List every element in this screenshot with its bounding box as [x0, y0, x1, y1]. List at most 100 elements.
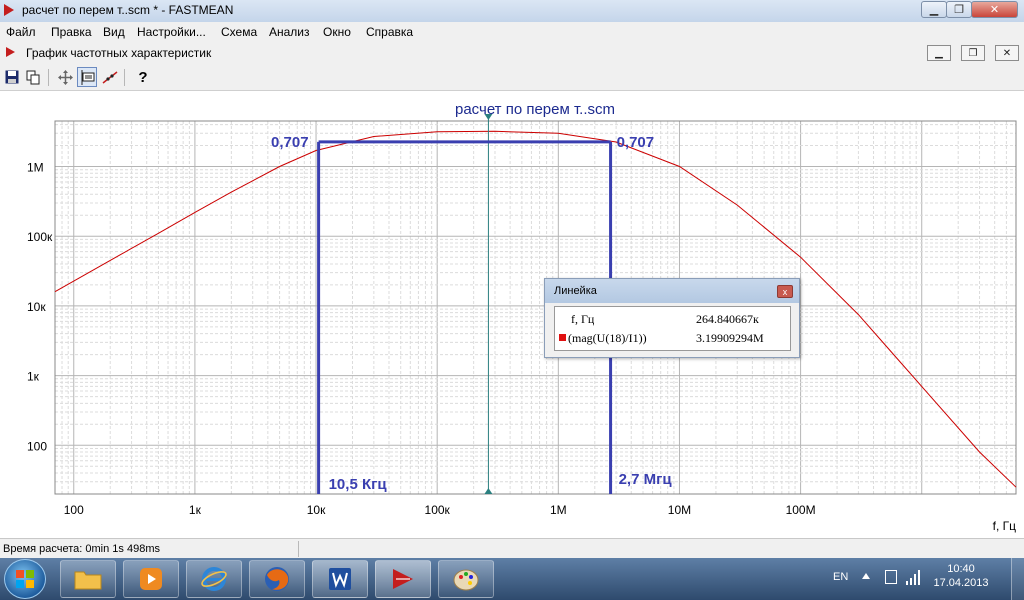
- x-tick-label: 100к: [425, 503, 451, 517]
- show-desktop-button[interactable]: [1011, 558, 1024, 600]
- series-color-swatch: [559, 334, 566, 341]
- pan-button[interactable]: [55, 67, 75, 87]
- subwindow-bar: График частотных характеристик ▁ ❐ ✕: [0, 41, 1024, 66]
- upper-cutoff-label: 2,7 Мгц: [619, 471, 673, 488]
- subwindow-restore-button[interactable]: ❐: [961, 45, 985, 61]
- ruler-button[interactable]: [77, 67, 97, 87]
- calculation-time: Время расчета: 0min 1s 498ms: [3, 543, 160, 555]
- copy-button[interactable]: [23, 67, 43, 87]
- y-tick-label: 100к: [27, 230, 53, 244]
- folder-icon: [74, 571, 102, 590]
- x-tick-label: 1M: [550, 503, 567, 517]
- ruler-cursor-icon: [81, 69, 94, 85]
- close-icon: x: [782, 286, 788, 297]
- subwindow-icon: [6, 47, 15, 57]
- restore-button[interactable]: ❐: [946, 1, 972, 18]
- taskbar-paint[interactable]: [438, 560, 494, 598]
- word-icon: [329, 568, 351, 590]
- window-title: расчет по перем т..scm * - FASTMEAN: [22, 3, 234, 17]
- status-bar: Время расчета: 0min 1s 498ms: [0, 538, 1024, 559]
- fastmean-icon: [393, 569, 413, 589]
- windows-logo-icon: [16, 570, 34, 588]
- toolbar: ?: [0, 65, 1024, 91]
- menu-edit[interactable]: Правка: [51, 25, 92, 39]
- subwindow-minimize-button[interactable]: ▁: [927, 45, 951, 61]
- ruler-values-panel: f, Гц 264.840667к (mag(U(18)/I1)) 3.1990…: [554, 306, 791, 351]
- restore-icon: ❐: [954, 4, 964, 16]
- menu-help[interactable]: Справка: [366, 25, 413, 39]
- start-button[interactable]: [4, 559, 46, 599]
- chart-title: расчет по перем т..scm: [455, 101, 615, 118]
- floppy-disk-icon: [5, 70, 19, 84]
- frequency-response-chart[interactable]: 100 1к 10к 100к 1M 10M 100M 100 1к 10к 100к 1M f, Гц…: [0, 91, 1024, 538]
- taskbar-word[interactable]: [312, 560, 368, 598]
- menu-view[interactable]: Вид: [103, 25, 125, 39]
- x-tick-label: 10M: [668, 503, 691, 517]
- x-tick-label: 10к: [307, 503, 326, 517]
- x-axis-label: f, Гц: [993, 519, 1017, 533]
- copy-icon: [26, 70, 39, 84]
- taskbar-firefox[interactable]: [249, 560, 305, 598]
- taskbar-media-player[interactable]: [123, 560, 179, 598]
- marker-button[interactable]: [100, 67, 120, 87]
- y-tick-label: 10к: [27, 300, 46, 314]
- right-0707-label: 0,707: [617, 134, 655, 151]
- network-icon[interactable]: [906, 569, 920, 588]
- media-player-icon: [140, 568, 162, 590]
- firefox-icon: [265, 567, 289, 591]
- menu-settings[interactable]: Настройки...: [137, 25, 206, 39]
- taskbar-clock[interactable]: 10:40 17.04.2013: [932, 562, 990, 590]
- restore-icon: ❐: [968, 47, 978, 59]
- menu-file[interactable]: Файл: [6, 25, 36, 39]
- close-icon: ✕: [1002, 47, 1012, 59]
- ruler-close-button[interactable]: x: [777, 285, 793, 298]
- close-button[interactable]: ✕: [971, 1, 1018, 18]
- left-0707-label: 0,707: [271, 134, 309, 151]
- y-tick-label: 1M: [27, 161, 44, 175]
- ruler-series-value: 3.19909294M: [696, 331, 764, 345]
- lower-cutoff-label: 10,5 Кгц: [329, 476, 388, 493]
- fastmean-app-icon: [4, 4, 14, 16]
- move-arrows-icon: [57, 69, 73, 85]
- ruler-frequency-label: f, Гц: [571, 312, 595, 326]
- taskbar-explorer[interactable]: [60, 560, 116, 598]
- language-indicator[interactable]: EN: [833, 571, 848, 583]
- toolbar-separator: [48, 69, 49, 86]
- menu-scheme[interactable]: Схема: [221, 25, 257, 39]
- toolbar-separator: [124, 69, 125, 86]
- plot-area[interactable]: 100 1к 10к 100к 1M 10M 100M 100 1к 10к 100к 1M f, Гц…: [0, 91, 1024, 538]
- clock-date: 17.04.2013: [933, 577, 989, 589]
- save-button[interactable]: [2, 67, 22, 87]
- internet-explorer-icon: [201, 567, 227, 591]
- taskbar-internet-explorer[interactable]: [186, 560, 242, 598]
- taskbar-fastmean[interactable]: [375, 560, 431, 598]
- x-tick-label: 100: [64, 503, 84, 517]
- subwindow-close-button[interactable]: ✕: [995, 45, 1019, 61]
- y-tick-label: 1к: [27, 370, 40, 384]
- subwindow-title: График частотных характеристик: [26, 46, 212, 60]
- ruler-dialog[interactable]: Линейка x f, Гц 264.840667к (mag(U(18)/I…: [544, 278, 800, 358]
- minimize-button[interactable]: ▁: [921, 1, 947, 18]
- menu-analysis[interactable]: Анализ: [269, 25, 310, 39]
- windows-taskbar: EN 10:40 17.04.2013: [0, 558, 1024, 600]
- clock-time: 10:40: [947, 563, 975, 575]
- ruler-series-label: (mag(U(18)/I1)): [568, 331, 647, 345]
- menu-bar: Файл Правка Вид Настройки... Схема Анали…: [0, 22, 1024, 41]
- action-center-icon[interactable]: [885, 570, 897, 584]
- minimize-icon: ▁: [929, 4, 939, 16]
- ruler-frequency-value: 264.840667к: [696, 312, 759, 326]
- show-hidden-icons-icon[interactable]: [862, 573, 870, 579]
- title-bar: расчет по перем т..scm * - FASTMEAN ▁ ❐ …: [0, 0, 1024, 23]
- minimize-icon: ▁: [935, 47, 943, 59]
- x-tick-label: 100M: [786, 503, 816, 517]
- menu-window[interactable]: Окно: [323, 25, 351, 39]
- paint-palette-icon: [453, 569, 479, 591]
- ruler-dialog-title: Линейка: [554, 285, 597, 297]
- close-icon: ✕: [989, 4, 1000, 16]
- y-tick-label: 100: [27, 439, 47, 453]
- x-tick-label: 1к: [189, 503, 202, 517]
- help-button[interactable]: ?: [133, 67, 153, 87]
- cursor-bottom-marker: [484, 488, 493, 494]
- help-button-label: ?: [138, 68, 148, 86]
- status-separator: [298, 541, 299, 557]
